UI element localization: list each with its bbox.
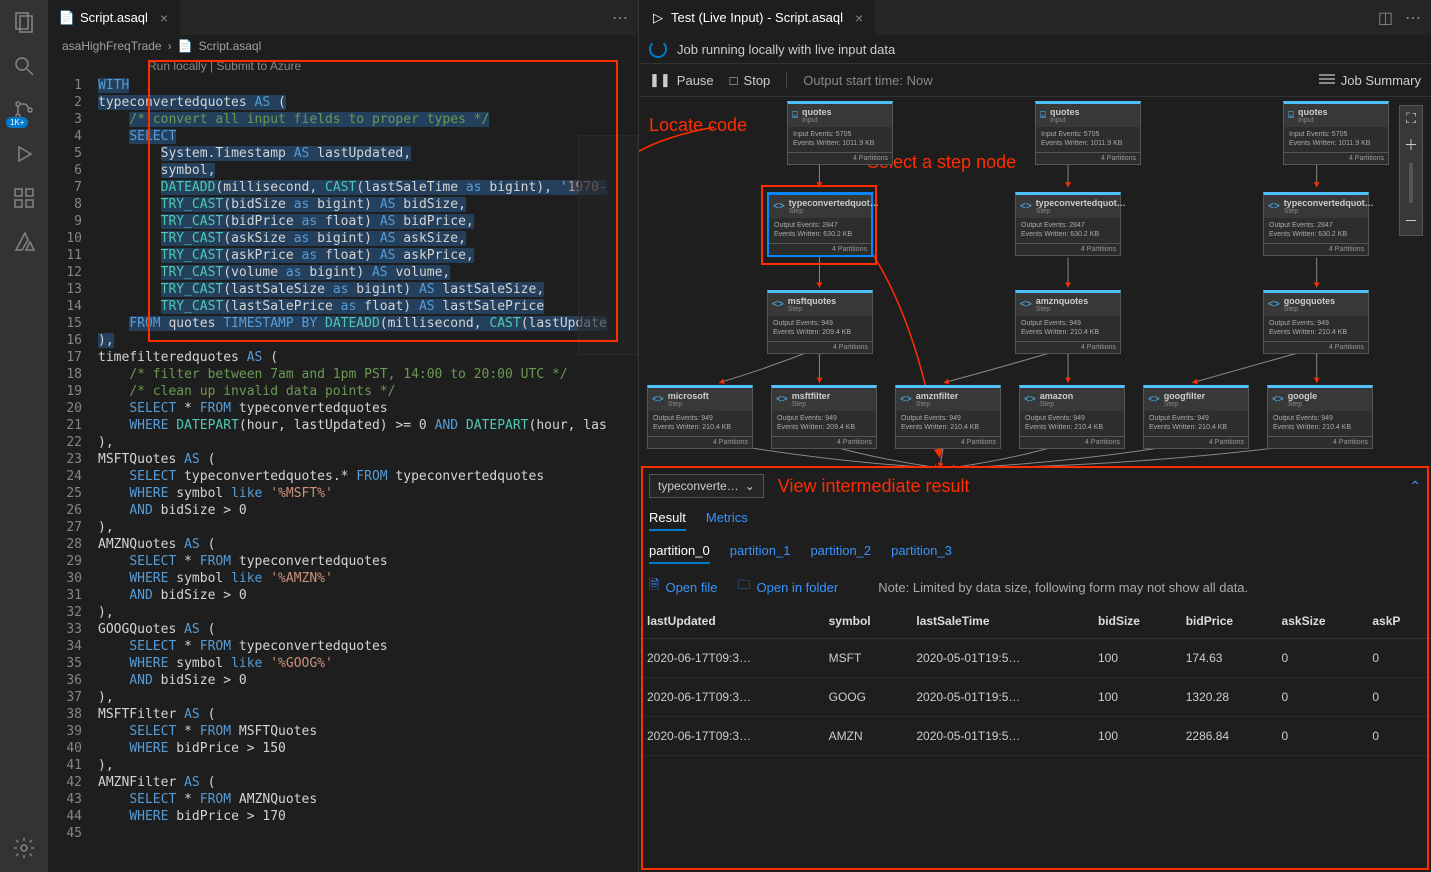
file-icon: 🗎 [649,576,659,598]
node-amznfilter[interactable]: <>amznfilterStepOutput Events: 949Events… [895,385,1001,449]
line-gutter: 1234567891011121314151617181920212223242… [48,77,98,872]
node-microsoft[interactable]: <>microsoftStepOutput Events: 949Events … [647,385,753,449]
col-askP[interactable]: askP [1364,604,1431,639]
partition-tabs: partition_0 partition_1 partition_2 part… [639,537,1431,570]
node-typeconverted-1[interactable]: <>typeconvertedquot…StepOutput Events: 2… [767,192,873,257]
status-text: Job running locally with live input data [677,42,895,57]
editor-tabs: 📄 Script.asaql × ⋯ [48,0,638,35]
job-diagram[interactable]: Locate code Select a step node ⌸quotesIn… [639,97,1431,467]
node-typeconverted-2[interactable]: <>typeconvertedquot…StepOutput Events: 2… [1015,192,1121,256]
tab-partition-0[interactable]: partition_0 [649,543,710,564]
chevron-down-icon: ⌄ [745,479,755,493]
col-symbol[interactable]: symbol [821,604,909,639]
node-amznquotes[interactable]: <>amznquotesStepOutput Events: 949Events… [1015,290,1121,354]
breadcrumb[interactable]: asaHighFreqTrade › 📄 Script.asaql [48,35,638,57]
editor-tab-script[interactable]: 📄 Script.asaql × [48,0,180,35]
table-row[interactable]: 2020-06-17T09:3…AMZN2020-05-01T19:5…1002… [639,717,1431,756]
tab-partition-3[interactable]: partition_3 [891,543,952,564]
col-bidSize[interactable]: bidSize [1090,604,1178,639]
annotation-locate: Locate code [649,115,747,136]
node-google[interactable]: <>googleStepOutput Events: 949Events Wri… [1267,385,1373,449]
stop-button[interactable]: □Stop [730,73,771,88]
tab-test-live[interactable]: ▷ Test (Live Input) - Script.asaql × [639,0,875,35]
table-row[interactable]: 2020-06-17T09:3…GOOG2020-05-01T19:5…1001… [639,678,1431,717]
tab-result[interactable]: Result [649,510,686,531]
col-lastUpdated[interactable]: lastUpdated [639,604,821,639]
close-icon[interactable]: × [160,10,168,26]
step-dropdown[interactable]: typeconverte…⌄ [649,474,764,498]
file-icon: 📄 [60,11,74,25]
editor-panel: 📄 Script.asaql × ⋯ asaHighFreqTrade › 📄 … [48,0,638,872]
output-start-time: Output start time: Now [803,73,932,88]
col-bidPrice[interactable]: bidPrice [1178,604,1274,639]
open-file-button[interactable]: 🗎Open file [649,576,718,598]
node-quotes-2[interactable]: ⌸quotesInputInput Events: 5705Events Wri… [1035,101,1141,165]
list-icon [1319,74,1335,86]
node-googfilter[interactable]: <>googfilterStepOutput Events: 949Events… [1143,385,1249,449]
results-table[interactable]: lastUpdatedsymbollastSaleTimebidSizebidP… [639,604,1431,872]
step-icon: <> [773,201,785,212]
status-row: Job running locally with live input data [639,35,1431,63]
source-control-icon[interactable]: 1K+ [12,98,36,122]
code-editor[interactable]: 1234567891011121314151617181920212223242… [48,77,638,872]
pause-button[interactable]: ❚❚Pause [649,72,714,88]
node-msftfilter[interactable]: <>msftfilterStepOutput Events: 949Events… [771,385,877,449]
zoom-out-icon[interactable]: － [1404,207,1418,235]
annotation-view: View intermediate result [778,476,970,497]
split-editor-icon[interactable]: ◫ [1378,8,1393,28]
extensions-icon[interactable] [12,186,36,210]
tab-test-label: Test (Live Input) - Script.asaql [671,10,843,25]
results-note: Note: Limited by data size, following fo… [878,580,1248,595]
test-toolbar: ❚❚Pause □Stop Output start time: Now Job… [639,63,1431,97]
azure-icon[interactable] [12,230,36,254]
scm-badge: 1K+ [6,117,28,128]
activity-bar: 1K+ [0,0,48,872]
more-icon[interactable]: ⋯ [1405,8,1421,28]
play-icon: ▷ [651,11,665,25]
result-tabs: Result Metrics [639,504,1431,537]
node-amazon[interactable]: <>amazonStepOutput Events: 949Events Wri… [1019,385,1125,449]
search-icon[interactable] [12,54,36,78]
results-panel: typeconverte…⌄ View intermediate result … [639,467,1431,872]
zoom-slider[interactable] [1409,163,1413,203]
node-msftquotes[interactable]: <>msftquotesStepOutput Events: 949Events… [767,290,873,354]
col-lastSaleTime[interactable]: lastSaleTime [908,604,1090,639]
code-body[interactable]: WITHtypeconvertedquotes AS ( /* convert … [98,77,638,872]
run-debug-icon[interactable] [12,142,36,166]
table-row[interactable]: 2020-06-17T09:3…MSFT2020-05-01T19:5…1001… [639,639,1431,678]
right-tabs: ▷ Test (Live Input) - Script.asaql × ◫ ⋯ [639,0,1431,35]
zoom-controls: ⛶ ＋ － [1399,105,1423,236]
tab-metrics[interactable]: Metrics [706,510,748,531]
tab-partition-1[interactable]: partition_1 [730,543,791,564]
open-folder-button[interactable]: 🗀Open in folder [738,576,839,598]
spinner-icon [649,40,667,58]
editor-more-icon[interactable]: ⋯ [602,8,638,28]
folder-icon: 🗀 [738,576,751,598]
tab-partition-2[interactable]: partition_2 [810,543,871,564]
editor-tab-label: Script.asaql [80,10,148,25]
col-askSize[interactable]: askSize [1274,604,1365,639]
node-quotes-1[interactable]: ⌸quotesInputInput Events: 5705Events Wri… [787,101,893,165]
node-googquotes[interactable]: <>googquotesStepOutput Events: 949Events… [1263,290,1369,354]
codelens-run[interactable]: Run locally | Submit to Azure [48,57,638,77]
settings-gear-icon[interactable] [12,836,36,860]
job-summary-button[interactable]: Job Summary [1319,73,1421,88]
minimap[interactable] [578,135,638,355]
node-typeconverted-3[interactable]: <>typeconvertedquot…StepOutput Events: 2… [1263,192,1369,256]
collapse-icon[interactable]: ⌃ [1409,478,1421,495]
input-icon: ⌸ [792,110,798,121]
stop-icon: □ [730,73,738,88]
zoom-in-icon[interactable]: ＋ [1404,131,1418,159]
zoom-fit-icon[interactable]: ⛶ [1406,106,1416,131]
test-panel: ▷ Test (Live Input) - Script.asaql × ◫ ⋯… [638,0,1431,872]
pause-icon: ❚❚ [649,72,671,88]
close-icon[interactable]: × [855,10,863,26]
node-quotes-3[interactable]: ⌸quotesInputInput Events: 5705Events Wri… [1283,101,1389,165]
explorer-icon[interactable] [12,10,36,34]
